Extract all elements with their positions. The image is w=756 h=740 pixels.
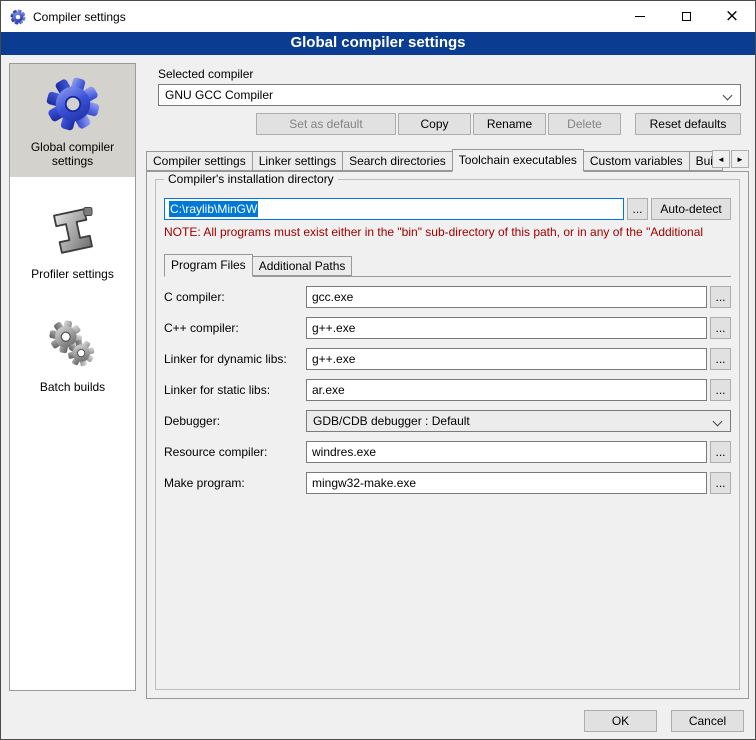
sidebar-item-label: Global compiler settings <box>14 140 131 168</box>
field-label: Linker for static libs: <box>164 383 306 397</box>
tab-program-files[interactable]: Program Files <box>164 254 253 277</box>
chevron-down-icon <box>723 91 733 101</box>
ok-button[interactable]: OK <box>584 710 657 732</box>
page-title: Global compiler settings <box>1 32 755 55</box>
browse-dynamic-linker-button[interactable]: ... <box>710 348 731 370</box>
field-label: C++ compiler: <box>164 321 306 335</box>
install-dir-value: C:\raylib\MinGW <box>169 201 258 217</box>
debugger-select-value: GDB/CDB debugger : Default <box>313 414 470 428</box>
browse-static-linker-button[interactable]: ... <box>710 379 731 401</box>
dialog-footer: OK Cancel <box>582 710 744 732</box>
minimize-button[interactable] <box>617 1 663 32</box>
sidebar-item-global-compiler-settings[interactable]: Global compiler settings <box>10 64 135 177</box>
dynamic-linker-input[interactable] <box>306 348 707 370</box>
arrow-right-icon: ► <box>736 155 744 164</box>
program-files-page: C compiler: ... C++ compiler: ... Linker… <box>164 276 731 494</box>
tab-linker-settings[interactable]: Linker settings <box>252 151 343 171</box>
tab-compiler-settings[interactable]: Compiler settings <box>146 151 253 171</box>
minimize-icon <box>635 16 645 17</box>
cpp-compiler-input[interactable] <box>306 317 707 339</box>
field-row-resource-compiler: Resource compiler: ... <box>164 441 731 463</box>
browse-make-program-button[interactable]: ... <box>710 472 731 494</box>
tab-scroll-right-button[interactable]: ► <box>731 150 749 168</box>
field-row-cpp-compiler: C++ compiler: ... <box>164 317 731 339</box>
app-gear-icon <box>10 9 26 25</box>
field-label: Debugger: <box>164 414 306 428</box>
field-row-make-program: Make program: ... <box>164 472 731 494</box>
sidebar-item-label: Batch builds <box>40 380 105 394</box>
chevron-down-icon <box>713 417 723 427</box>
browse-cpp-compiler-button[interactable]: ... <box>710 317 731 339</box>
field-label: Make program: <box>164 476 306 490</box>
auto-detect-button[interactable]: Auto-detect <box>651 198 731 220</box>
sidebar-item-batch-builds[interactable]: Batch builds <box>10 304 135 403</box>
install-dir-row: C:\raylib\MinGW ... Auto-detect <box>164 198 731 220</box>
tab-additional-paths[interactable]: Additional Paths <box>252 256 353 276</box>
maximize-button[interactable] <box>663 1 709 32</box>
delete-button[interactable]: Delete <box>548 113 621 135</box>
make-program-input[interactable] <box>306 472 707 494</box>
rename-button[interactable]: Rename <box>473 113 546 135</box>
tab-scroll-left-button[interactable]: ◄ <box>712 150 730 168</box>
close-icon: × <box>725 8 739 25</box>
installation-directory-group: Compiler's installation directory C:\ray… <box>155 179 740 690</box>
toolchain-tabpage: Compiler's installation directory C:\ray… <box>146 171 749 699</box>
browse-c-compiler-button[interactable]: ... <box>710 286 731 308</box>
field-row-debugger: Debugger: GDB/CDB debugger : Default <box>164 410 731 432</box>
tab-search-directories[interactable]: Search directories <box>342 151 453 171</box>
titlebar: Compiler settings × <box>1 1 755 32</box>
compiler-settings-window: Compiler settings × Global compiler sett… <box>0 0 756 740</box>
note-text: NOTE: All programs must exist either in … <box>164 225 731 239</box>
main-panel: Selected compiler GNU GCC Compiler Set a… <box>146 63 749 699</box>
c-compiler-input[interactable] <box>306 286 707 308</box>
field-label: Linker for dynamic libs: <box>164 352 306 366</box>
sidebar-item-label: Profiler settings <box>31 267 114 281</box>
sidebar: Global compiler settings Profiler settin… <box>9 63 136 691</box>
copy-button[interactable]: Copy <box>398 113 471 135</box>
browse-resource-compiler-button[interactable]: ... <box>710 441 731 463</box>
gear-icon <box>44 75 102 133</box>
profiler-icon <box>44 202 102 260</box>
browse-install-dir-button[interactable]: ... <box>627 198 648 220</box>
group-title: Compiler's installation directory <box>164 172 338 186</box>
field-label: Resource compiler: <box>164 445 306 459</box>
compiler-select[interactable]: GNU GCC Compiler <box>158 84 741 106</box>
window-title: Compiler settings <box>33 10 126 24</box>
field-row-dynamic-linker: Linker for dynamic libs: ... <box>164 348 731 370</box>
program-files-tabstrip: Program Files Additional Paths <box>164 253 731 276</box>
maximize-icon <box>682 12 691 21</box>
compiler-buttons: Set as default Copy Rename Delete Reset … <box>158 113 741 135</box>
compiler-select-value: GNU GCC Compiler <box>165 88 273 102</box>
field-row-c-compiler: C compiler: ... <box>164 286 731 308</box>
install-dir-input[interactable]: C:\raylib\MinGW <box>164 198 624 220</box>
tab-scroll-buttons: ◄ ► <box>711 150 749 168</box>
tab-toolchain-executables[interactable]: Toolchain executables <box>452 149 584 172</box>
debugger-select[interactable]: GDB/CDB debugger : Default <box>306 410 731 432</box>
close-button[interactable]: × <box>709 1 755 32</box>
set-as-default-button[interactable]: Set as default <box>256 113 396 135</box>
resource-compiler-input[interactable] <box>306 441 707 463</box>
window-controls: × <box>617 1 755 32</box>
tab-custom-variables[interactable]: Custom variables <box>583 151 690 171</box>
field-label: C compiler: <box>164 290 306 304</box>
reset-defaults-button[interactable]: Reset defaults <box>635 113 741 135</box>
batch-builds-icon <box>44 315 102 373</box>
static-linker-input[interactable] <box>306 379 707 401</box>
sidebar-item-profiler-settings[interactable]: Profiler settings <box>10 191 135 290</box>
cancel-button[interactable]: Cancel <box>671 710 744 732</box>
arrow-left-icon: ◄ <box>717 155 725 164</box>
settings-tabstrip: Compiler settings Linker settings Search… <box>146 148 749 171</box>
selected-compiler-label: Selected compiler <box>158 67 749 81</box>
field-row-static-linker: Linker for static libs: ... <box>164 379 731 401</box>
